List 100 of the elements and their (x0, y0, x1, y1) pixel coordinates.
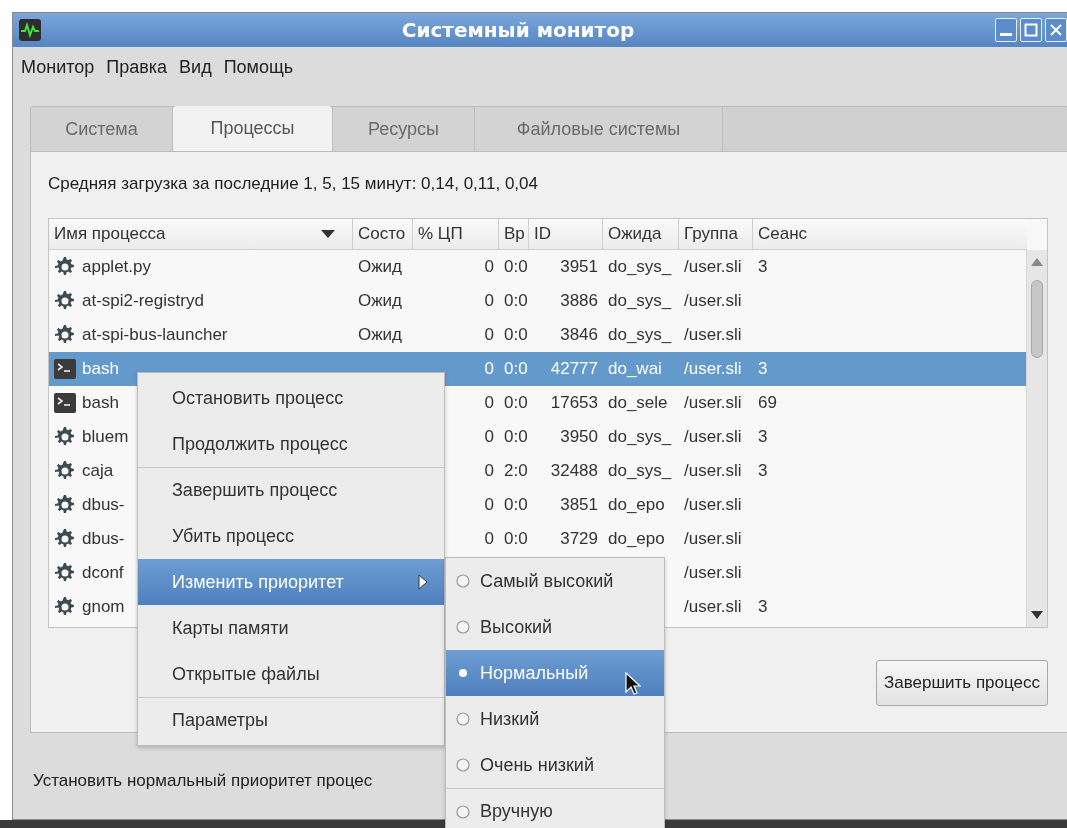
table-cell: caja (82, 461, 114, 481)
gear-icon (54, 426, 76, 448)
table-cell: do_sys_ (608, 427, 672, 447)
table-cell: /user.sli (684, 563, 742, 583)
context-menu-item[interactable]: Завершить процесс (138, 467, 444, 513)
scrollbar-thumb[interactable] (1031, 280, 1043, 358)
table-cell: bash (82, 359, 119, 379)
tab[interactable]: Процессы (173, 106, 333, 151)
menu-item[interactable]: Правка (102, 53, 172, 82)
table-cell: 17653 (550, 393, 598, 413)
priority-menu-item[interactable]: Низкий (446, 696, 664, 742)
column-header[interactable]: % ЦП (413, 219, 499, 249)
table-cell: 69 (758, 393, 777, 413)
gear-icon (54, 562, 76, 584)
gear-icon (54, 460, 76, 482)
load-average-text: Средняя загрузка за последние 1, 5, 15 минут: 0,14, 0,11, 0,04 (48, 174, 539, 195)
menu-item[interactable]: Вид (175, 53, 216, 82)
table-cell: bluem (82, 427, 129, 447)
end-process-button[interactable]: Завершить процесс (875, 660, 1048, 706)
table-cell: /user.sli (684, 529, 742, 549)
gear-icon (54, 528, 76, 550)
table-cell: 3 (758, 257, 768, 277)
table-cell: dbus- (82, 529, 125, 549)
table-cell: 3851 (560, 495, 598, 515)
column-header[interactable]: ID (529, 219, 603, 249)
table-cell: do_sele (608, 393, 668, 413)
context-menu-item[interactable]: Остановить процесс (138, 375, 444, 421)
maximize-button[interactable] (1020, 18, 1042, 42)
table-cell: Ожид (358, 291, 402, 311)
priority-menu-item[interactable]: Вручную (446, 788, 664, 828)
table-cell: at-spi2-registryd (82, 291, 204, 311)
sort-arrow-icon (321, 230, 335, 238)
table-cell: do_wai (608, 359, 662, 379)
column-header[interactable]: Ожида (603, 219, 679, 249)
table-cell: 3886 (560, 291, 598, 311)
table-cell: do_sys_ (608, 461, 672, 481)
priority-menu-item[interactable]: Очень низкий (446, 742, 664, 788)
menu-item[interactable]: Монитор (17, 53, 99, 82)
table-cell: dbus- (82, 495, 125, 515)
table-cell: 2:0 (504, 461, 528, 481)
priority-menu-item[interactable]: Самый высокий (446, 558, 664, 604)
column-header[interactable]: Группа (679, 219, 753, 249)
submenu-arrow-icon (418, 574, 428, 590)
table-cell: gnom (82, 597, 125, 617)
table-cell: 0:0 (504, 325, 528, 345)
context-menu-item[interactable]: Продолжить процесс (138, 421, 444, 467)
terminal-icon (54, 393, 76, 413)
table-cell: 0 (484, 257, 494, 277)
status-bar-text: Установить нормальный приоритет процес (33, 771, 373, 791)
table-cell: 0:0 (504, 393, 528, 413)
table-cell: 0:0 (504, 257, 528, 277)
table-cell: 0:0 (504, 495, 528, 515)
priority-menu-item[interactable]: Высокий (446, 604, 664, 650)
table-cell: /user.sli (684, 393, 742, 413)
minimize-icon (1000, 33, 1012, 36)
table-cell: 0:0 (504, 359, 528, 379)
column-header[interactable]: Вр (499, 219, 529, 249)
context-menu-item[interactable]: Параметры (138, 697, 444, 743)
table-cell: 0 (484, 461, 494, 481)
menu-item[interactable]: Помощь (219, 53, 298, 82)
table-cell: do_sys_ (608, 291, 672, 311)
column-header[interactable]: Сеанс (753, 219, 1027, 249)
table-cell: 0 (484, 291, 494, 311)
table-cell: /user.sli (684, 325, 742, 345)
table-cell: 0 (484, 325, 494, 345)
column-header[interactable]: Имя процесса (49, 219, 353, 249)
table-cell: at-spi-bus-launcher (82, 325, 228, 345)
tab[interactable]: Система (31, 107, 173, 151)
close-icon (1049, 23, 1063, 37)
maximize-icon (1024, 23, 1038, 37)
scrollbar[interactable] (1026, 250, 1047, 627)
close-button[interactable] (1045, 18, 1067, 42)
table-cell: do_sys_ (608, 257, 672, 277)
terminal-icon (54, 359, 76, 379)
table-cell: 3 (758, 461, 768, 481)
gear-icon (54, 596, 76, 618)
mouse-cursor-icon (625, 672, 641, 696)
gear-icon (54, 324, 76, 346)
table-cell: 3950 (560, 427, 598, 447)
gear-icon (54, 494, 76, 516)
table-cell: Ожид (358, 325, 402, 345)
context-menu-item[interactable]: Убить процесс (138, 513, 444, 559)
context-menu-item[interactable]: Карты памяти (138, 605, 444, 651)
scroll-up-icon[interactable] (1031, 258, 1043, 266)
context-menu-item[interactable]: Открытые файлы (138, 651, 444, 697)
window-title: Системный монитор (400, 18, 636, 42)
table-cell: 0:0 (504, 291, 528, 311)
table-cell: /user.sli (684, 359, 742, 379)
table-cell: /user.sli (684, 597, 742, 617)
app-logo-icon (19, 19, 41, 41)
minimize-button[interactable] (995, 18, 1017, 42)
scroll-down-icon[interactable] (1031, 611, 1043, 619)
column-header[interactable]: Состо (353, 219, 413, 249)
table-cell: 0:0 (504, 427, 528, 447)
table-cell: 3951 (560, 257, 598, 277)
table-cell: 32488 (550, 461, 598, 481)
table-cell: 0 (484, 427, 494, 447)
table-cell: Ожид (358, 257, 402, 277)
table-cell: 0 (484, 359, 494, 379)
table-cell: do_epo (608, 529, 665, 549)
